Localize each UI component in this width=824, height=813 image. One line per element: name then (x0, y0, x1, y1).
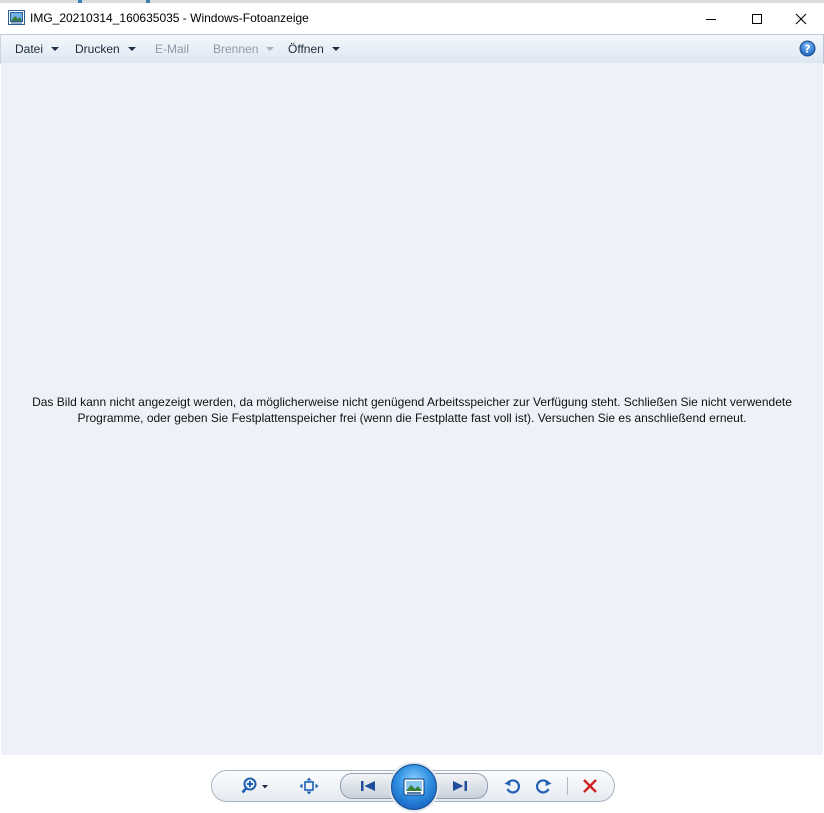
minimize-icon (706, 18, 716, 20)
slideshow-button[interactable] (391, 764, 437, 810)
next-button[interactable] (448, 776, 472, 796)
help-icon[interactable]: ? (799, 40, 816, 57)
menu-brennen: Brennen (213, 42, 275, 56)
menu-oeffnen-label: Öffnen (288, 42, 324, 56)
chevron-down-icon (127, 47, 136, 51)
error-message: Das Bild kann nicht angezeigt werden, da… (1, 394, 823, 426)
menu-drucken-label: Drucken (75, 42, 120, 56)
slideshow-icon (403, 778, 425, 796)
chevron-down-icon (51, 47, 60, 51)
navigation-bar (0, 755, 824, 813)
menu-datei[interactable]: Datei (15, 42, 60, 56)
rotate-right-button[interactable] (534, 776, 554, 796)
zoom-button[interactable] (240, 776, 272, 796)
error-message-line: Das Bild kann nicht angezeigt werden, da… (32, 395, 792, 409)
menu-email-label: E-Mail (155, 42, 190, 56)
title-bar[interactable]: IMG_20210314_160635035 - Windows-Fotoanz… (0, 3, 824, 34)
close-icon (795, 13, 807, 24)
window-title: IMG_20210314_160635035 - Windows-Fotoanz… (30, 11, 309, 25)
chevron-down-icon (331, 47, 340, 51)
maximize-button[interactable] (734, 3, 780, 34)
playback-controls (211, 764, 615, 810)
error-message-line: Programme, oder geben Sie Festplattenspe… (77, 411, 747, 425)
zoom-icon (241, 777, 268, 794)
delete-icon (583, 779, 597, 793)
delete-button[interactable] (580, 776, 600, 796)
image-viewport[interactable]: Das Bild kann nicht angezeigt werden, da… (1, 63, 823, 755)
fit-to-window-icon (299, 777, 319, 795)
rotate-left-button[interactable] (502, 776, 522, 796)
next-icon (453, 781, 467, 791)
menu-datei-label: Datei (15, 42, 44, 56)
chevron-down-icon (266, 47, 275, 51)
rotate-right-icon (536, 779, 552, 794)
svg-text:?: ? (804, 43, 810, 56)
close-button[interactable] (778, 3, 824, 34)
previous-button[interactable] (356, 776, 380, 796)
minimize-button[interactable] (688, 3, 734, 34)
menu-email: E-Mail (155, 42, 189, 56)
menu-drucken[interactable]: Drucken (75, 42, 136, 56)
menu-brennen-label: Brennen (213, 42, 259, 56)
previous-icon (361, 781, 375, 791)
toolbar-separator (567, 777, 568, 795)
menu-oeffnen[interactable]: Öffnen (288, 42, 340, 56)
rotate-left-icon (504, 779, 520, 794)
photo-viewer-icon[interactable] (8, 10, 25, 25)
menu-bar: Datei Drucken E-Mail Brennen Öffnen ? (0, 34, 824, 64)
maximize-icon (752, 13, 762, 24)
fit-to-window-button[interactable] (296, 776, 322, 796)
